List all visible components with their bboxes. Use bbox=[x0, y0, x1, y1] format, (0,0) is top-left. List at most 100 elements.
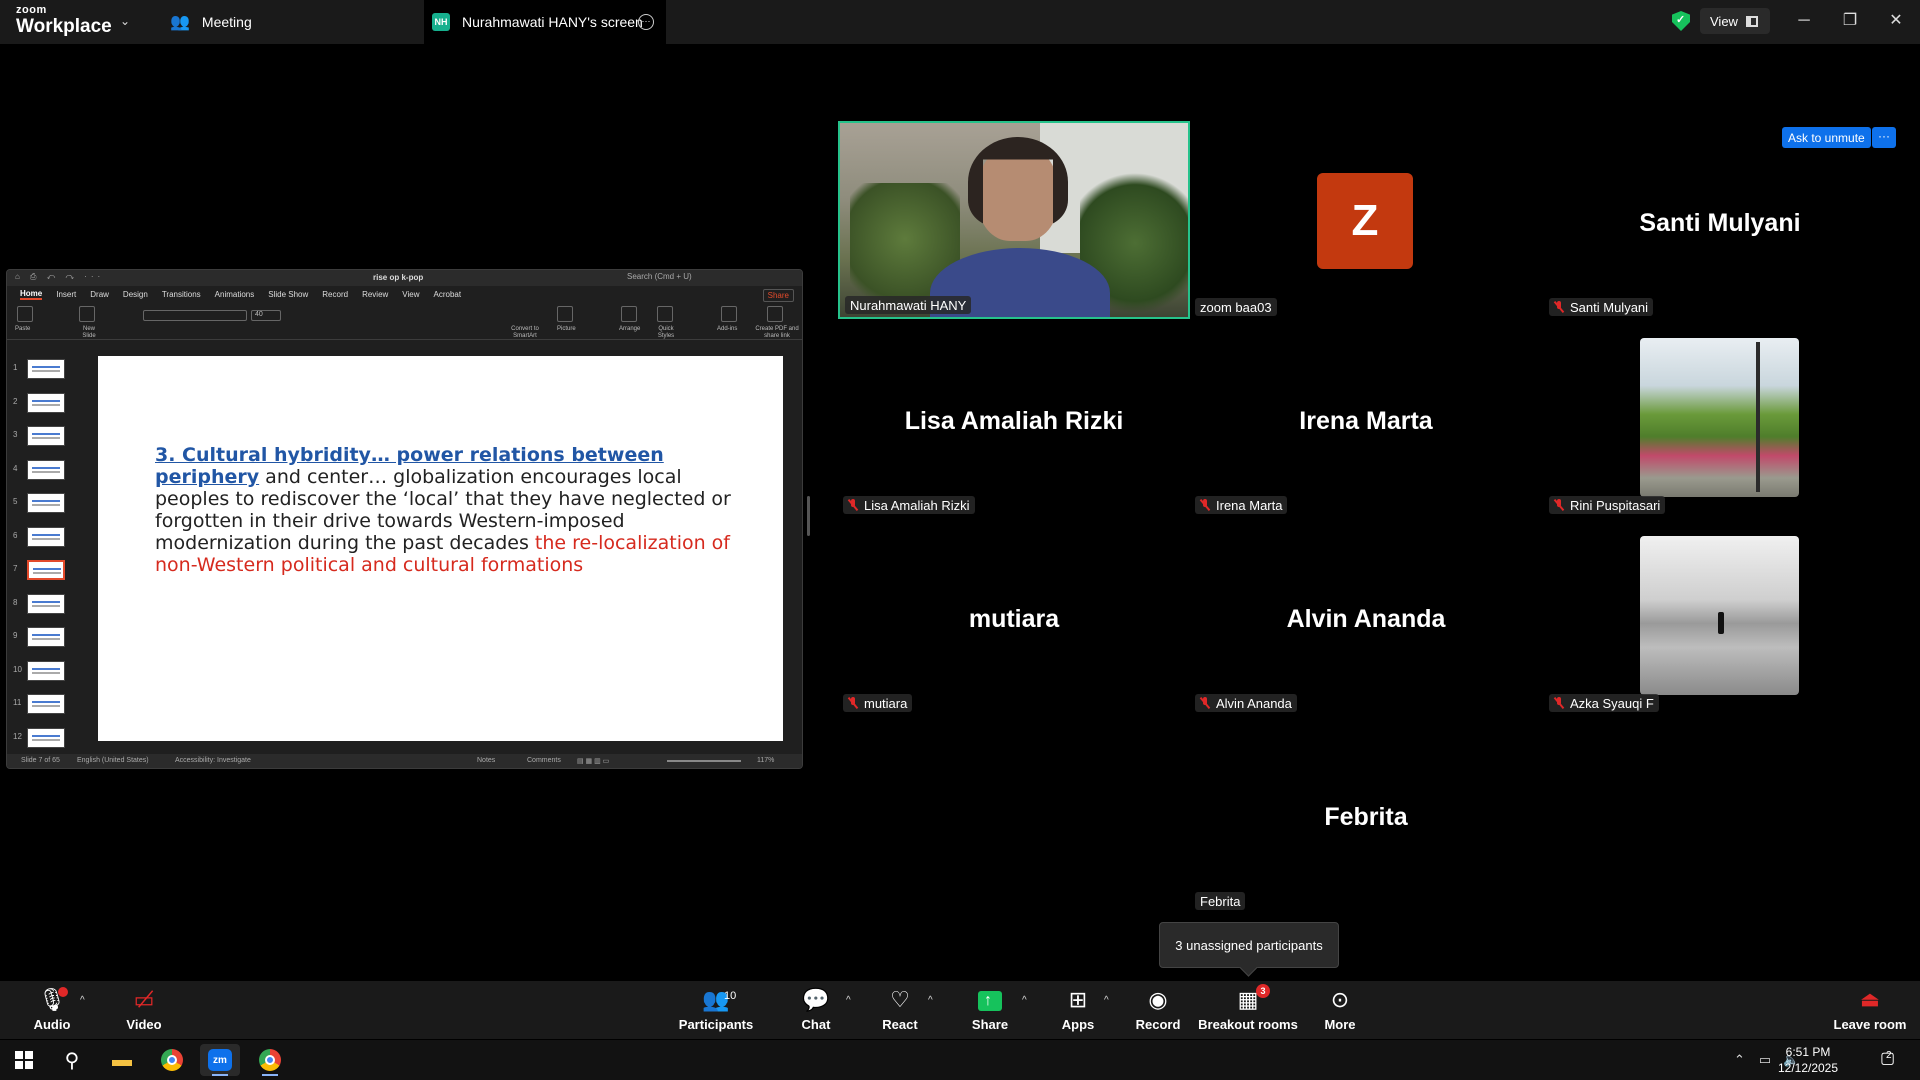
slide-thumbnail[interactable] bbox=[27, 593, 65, 614]
ppt-tab-animations[interactable]: Animations bbox=[215, 290, 255, 299]
ppt-search[interactable]: Search (Cmd + U) bbox=[627, 272, 692, 281]
minimize-icon[interactable]: ─ bbox=[1790, 8, 1818, 34]
apps-label: Apps bbox=[1061, 1017, 1095, 1032]
close-icon[interactable]: ✕ bbox=[1882, 8, 1910, 34]
arrange-icon[interactable] bbox=[621, 306, 637, 322]
ppt-quick-access-icons[interactable]: ⌂ ⎙ ↶ ↷ ··· bbox=[15, 272, 104, 282]
participants-button[interactable]: 👥 10 Participants bbox=[666, 987, 766, 1032]
ppt-tab-record[interactable]: Record bbox=[322, 290, 348, 299]
apps-options-caret[interactable]: ^ bbox=[1104, 995, 1109, 1006]
react-label: React bbox=[882, 1017, 918, 1032]
create-pdf-icon[interactable] bbox=[767, 306, 783, 322]
breakout-rooms-button[interactable]: ▦ 3 Breakout rooms bbox=[1196, 984, 1300, 1032]
slide-thumbnail[interactable] bbox=[27, 727, 65, 748]
ppt-tab-draw[interactable]: Draw bbox=[90, 290, 109, 299]
video-button[interactable]: ▭̸ Video bbox=[104, 987, 184, 1032]
react-button[interactable]: ♡ React bbox=[860, 987, 940, 1032]
slide-thumbnail[interactable] bbox=[27, 660, 65, 681]
participant-tile[interactable]: Azka Syauqi F bbox=[1544, 517, 1896, 715]
participant-tile[interactable]: Alvin Ananda Alvin Ananda bbox=[1190, 517, 1542, 715]
participant-tile[interactable]: Z zoom baa03 bbox=[1190, 121, 1542, 319]
paste-icon[interactable] bbox=[17, 306, 33, 322]
quick-styles-icon[interactable] bbox=[657, 306, 673, 322]
restore-icon[interactable]: ❐ bbox=[1836, 8, 1864, 34]
chevron-down-icon[interactable]: ⌄ bbox=[120, 14, 130, 28]
clock-time: 6:51 PM bbox=[1785, 1045, 1831, 1059]
slide-thumbnail[interactable] bbox=[27, 526, 65, 547]
ribbon-picture-label: Picture bbox=[557, 326, 576, 332]
tray-overflow-icon[interactable]: ⌃ bbox=[1734, 1052, 1745, 1068]
audio-options-caret[interactable]: ^ bbox=[80, 995, 85, 1006]
slide-thumbnail[interactable] bbox=[27, 359, 65, 379]
ppt-tab-view[interactable]: View bbox=[402, 290, 419, 299]
share-button[interactable]: Share bbox=[950, 987, 1030, 1032]
participant-tile[interactable]: Nurahmawati HANY bbox=[838, 121, 1190, 319]
font-name-select[interactable] bbox=[143, 310, 247, 321]
ppt-tab-design[interactable]: Design bbox=[123, 290, 148, 299]
ask-to-unmute-button[interactable]: Ask to unmute bbox=[1782, 127, 1871, 148]
mic-muted-icon bbox=[1554, 301, 1564, 313]
ppt-share-button[interactable]: Share bbox=[762, 289, 794, 302]
more-options-icon[interactable]: ··· bbox=[638, 14, 654, 30]
accessibility-status[interactable]: Accessibility: Investigate bbox=[175, 757, 251, 764]
search-icon[interactable]: ⚲ bbox=[52, 1044, 92, 1076]
slide-thumbnail[interactable] bbox=[27, 694, 65, 714]
chat-options-caret[interactable]: ^ bbox=[846, 995, 851, 1006]
chat-button[interactable]: 💬 Chat bbox=[776, 987, 856, 1032]
ppt-tab-review[interactable]: Review bbox=[362, 290, 388, 299]
leave-room-button[interactable]: ⏏ Leave room bbox=[1830, 987, 1910, 1032]
notes-button[interactable]: Notes bbox=[477, 757, 495, 764]
slide-thumbnail[interactable] bbox=[27, 560, 65, 580]
zoom-slider[interactable] bbox=[667, 760, 741, 762]
participant-tile[interactable]: Irena Marta Irena Marta bbox=[1190, 319, 1542, 517]
current-slide[interactable]: 3. Cultural hybridity… power relations b… bbox=[98, 356, 783, 741]
participant-tile[interactable]: Lisa Amaliah Rizki Lisa Amaliah Rizki bbox=[838, 319, 1190, 517]
file-explorer-icon[interactable]: ▬ bbox=[102, 1044, 142, 1076]
slide-thumbnail[interactable] bbox=[27, 426, 65, 446]
split-view-handle[interactable] bbox=[807, 496, 810, 536]
view-buttons[interactable]: ▤ ▦ ▥ ▭ bbox=[577, 757, 609, 765]
font-size-select[interactable]: 40 bbox=[251, 310, 281, 321]
participant-tile[interactable]: mutiara mutiara bbox=[838, 517, 1190, 715]
participant-tile[interactable]: Rini Puspitasari bbox=[1544, 319, 1896, 517]
more-button[interactable]: ⊙ More bbox=[1300, 987, 1380, 1032]
chrome-icon[interactable] bbox=[250, 1044, 290, 1076]
record-button[interactable]: ◉ Record bbox=[1118, 987, 1198, 1032]
slide-thumbnail[interactable] bbox=[27, 493, 65, 513]
start-button[interactable] bbox=[4, 1044, 44, 1076]
picture-icon[interactable] bbox=[557, 306, 573, 322]
tab-meeting[interactable]: 👥 Meeting bbox=[170, 0, 252, 44]
slide-thumbnail[interactable] bbox=[27, 392, 65, 413]
notification-icon[interactable]: ▢ 2 bbox=[1880, 1048, 1895, 1068]
participant-tile[interactable]: Febrita Febrita bbox=[1190, 715, 1542, 913]
react-options-caret[interactable]: ^ bbox=[928, 995, 933, 1006]
logo-line1: zoom bbox=[16, 4, 47, 16]
comments-button[interactable]: Comments bbox=[527, 757, 561, 764]
share-options-caret[interactable]: ^ bbox=[1022, 995, 1027, 1006]
ppt-tab-acrobat[interactable]: Acrobat bbox=[434, 290, 462, 299]
slide-thumbnail[interactable] bbox=[27, 459, 65, 480]
participant-name: Rini Puspitasari bbox=[1570, 497, 1661, 513]
gallery-more-button[interactable]: ··· bbox=[1872, 127, 1896, 148]
ppt-tab-transitions[interactable]: Transitions bbox=[162, 290, 201, 299]
language[interactable]: English (United States) bbox=[77, 757, 149, 764]
ppt-tab-insert[interactable]: Insert bbox=[56, 290, 76, 299]
new-slide-icon[interactable] bbox=[79, 306, 95, 322]
ppt-tab-slide-show[interactable]: Slide Show bbox=[268, 290, 308, 299]
apps-button[interactable]: ⊞ Apps bbox=[1038, 987, 1118, 1032]
tab-shared-screen[interactable]: NH Nurahmawati HANY's screen ··· bbox=[424, 0, 666, 44]
zoom-taskbar-icon[interactable]: zm bbox=[200, 1044, 240, 1076]
network-icon[interactable]: ▭ bbox=[1759, 1052, 1771, 1068]
add-ins-icon[interactable] bbox=[721, 306, 737, 322]
slide-thumbnail[interactable] bbox=[27, 627, 65, 647]
slide-text-box[interactable]: 3. Cultural hybridity… power relations b… bbox=[155, 444, 745, 576]
participant-display-name: Alvin Ananda bbox=[1286, 605, 1446, 633]
participant-tile[interactable]: Santi Mulyani Santi Mulyani bbox=[1544, 121, 1896, 319]
audio-button[interactable]: 🎙 Audio bbox=[12, 987, 92, 1032]
chrome-icon[interactable] bbox=[152, 1044, 192, 1076]
ppt-tab-home[interactable]: Home bbox=[20, 289, 43, 300]
zoom-workplace-logo[interactable]: zoom Workplace bbox=[16, 4, 112, 37]
view-button[interactable]: View bbox=[1700, 8, 1770, 34]
taskbar-clock[interactable]: 6:51 PM 12/12/2025 bbox=[1774, 1044, 1842, 1076]
encryption-shield-icon[interactable] bbox=[1672, 11, 1690, 31]
